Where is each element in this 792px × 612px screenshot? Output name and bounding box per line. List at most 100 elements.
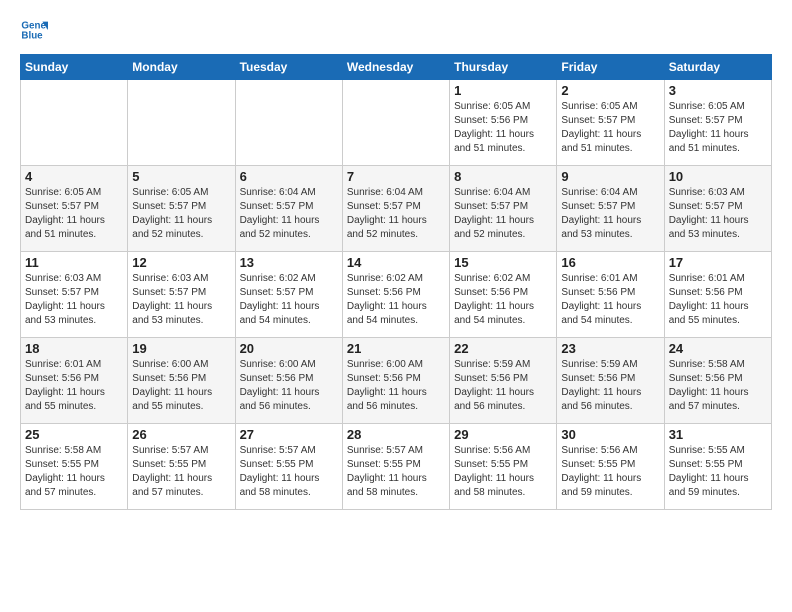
- day-number: 27: [240, 427, 338, 442]
- week-row-2: 4 Sunrise: 6:05 AMSunset: 5:57 PMDaylight…: [21, 166, 772, 252]
- day-number: 19: [132, 341, 230, 356]
- day-info: Sunrise: 5:58 AMSunset: 5:56 PMDaylight:…: [669, 358, 767, 414]
- day-cell: 3 Sunrise: 6:05 AMSunset: 5:57 PMDaylight…: [664, 80, 771, 166]
- day-info: Sunrise: 6:03 AMSunset: 5:57 PMDaylight:…: [132, 272, 230, 328]
- day-cell: 6 Sunrise: 6:04 AMSunset: 5:57 PMDaylight…: [235, 166, 342, 252]
- logo: General Blue: [20, 16, 52, 44]
- day-cell: 29Sunrise: 5:56 AMSunset: 5:55 PMDayligh…: [450, 424, 557, 510]
- header-cell-friday: Friday: [557, 55, 664, 80]
- day-info: Sunrise: 6:05 AMSunset: 5:57 PMDaylight:…: [132, 186, 230, 242]
- day-cell: 8Sunrise: 6:04 AMSunset: 5:57 PMDaylight…: [450, 166, 557, 252]
- calendar-table: SundayMondayTuesdayWednesdayThursdayFrid…: [20, 54, 772, 510]
- day-number: 13: [240, 255, 338, 270]
- day-number: 31: [669, 427, 767, 442]
- day-number: 21: [347, 341, 445, 356]
- day-info: Sunrise: 6:05 AMSunset: 5:57 PMDaylight:…: [25, 186, 123, 242]
- day-info: Sunrise: 6:04 AMSunset: 5:57 PMDaylight:…: [454, 186, 552, 242]
- day-cell: 1 Sunrise: 6:05 AMSunset: 5:56 PMDaylight…: [450, 80, 557, 166]
- day-info: Sunrise: 5:58 AMSunset: 5:55 PMDaylight:…: [25, 444, 123, 500]
- day-number: 29: [454, 427, 552, 442]
- day-cell: 11 Sunrise: 6:03 AMSunset: 5:57 PMDayligh…: [21, 252, 128, 338]
- day-info: Sunrise: 6:03 AMSunset: 5:57 PMDaylight:…: [669, 186, 767, 242]
- day-info: Sunrise: 6:05 AMSunset: 5:57 PMDaylight:…: [669, 100, 767, 156]
- day-number: 16: [561, 255, 659, 270]
- week-row-4: 18 Sunrise: 6:01 AMSunset: 5:56 PMDayligh…: [21, 338, 772, 424]
- day-number: 22: [454, 341, 552, 356]
- day-number: 5: [132, 169, 230, 184]
- day-number: 28: [347, 427, 445, 442]
- day-number: 17: [669, 255, 767, 270]
- day-number: 7: [347, 169, 445, 184]
- week-row-3: 11 Sunrise: 6:03 AMSunset: 5:57 PMDayligh…: [21, 252, 772, 338]
- day-cell: 28 Sunrise: 5:57 AMSunset: 5:55 PMDayligh…: [342, 424, 449, 510]
- day-info: Sunrise: 6:00 AMSunset: 5:56 PMDaylight:…: [132, 358, 230, 414]
- day-info: Sunrise: 6:01 AMSunset: 5:56 PMDaylight:…: [669, 272, 767, 328]
- day-cell: 23Sunrise: 5:59 AMSunset: 5:56 PMDayligh…: [557, 338, 664, 424]
- day-cell: [342, 80, 449, 166]
- day-cell: 15Sunrise: 6:02 AMSunset: 5:56 PMDayligh…: [450, 252, 557, 338]
- day-info: Sunrise: 6:05 AMSunset: 5:56 PMDaylight:…: [454, 100, 552, 156]
- day-number: 20: [240, 341, 338, 356]
- day-cell: 31 Sunrise: 5:55 AMSunset: 5:55 PMDayligh…: [664, 424, 771, 510]
- day-info: Sunrise: 6:03 AMSunset: 5:57 PMDaylight:…: [25, 272, 123, 328]
- day-cell: [235, 80, 342, 166]
- day-cell: 20 Sunrise: 6:00 AMSunset: 5:56 PMDayligh…: [235, 338, 342, 424]
- day-cell: 2Sunrise: 6:05 AMSunset: 5:57 PMDaylight…: [557, 80, 664, 166]
- day-cell: 13 Sunrise: 6:02 AMSunset: 5:57 PMDayligh…: [235, 252, 342, 338]
- day-cell: 17 Sunrise: 6:01 AMSunset: 5:56 PMDayligh…: [664, 252, 771, 338]
- week-row-5: 25Sunrise: 5:58 AMSunset: 5:55 PMDayligh…: [21, 424, 772, 510]
- page: General Blue SundayMondayTuesdayWednesda…: [0, 0, 792, 520]
- day-info: Sunrise: 5:57 AMSunset: 5:55 PMDaylight:…: [132, 444, 230, 500]
- day-number: 4: [25, 169, 123, 184]
- day-number: 18: [25, 341, 123, 356]
- day-number: 6: [240, 169, 338, 184]
- day-number: 26: [132, 427, 230, 442]
- day-cell: 30 Sunrise: 5:56 AMSunset: 5:55 PMDayligh…: [557, 424, 664, 510]
- header: General Blue: [20, 16, 772, 44]
- day-info: Sunrise: 6:00 AMSunset: 5:56 PMDaylight:…: [240, 358, 338, 414]
- day-info: Sunrise: 5:55 AMSunset: 5:55 PMDaylight:…: [669, 444, 767, 500]
- day-info: Sunrise: 6:02 AMSunset: 5:56 PMDaylight:…: [454, 272, 552, 328]
- day-cell: 4 Sunrise: 6:05 AMSunset: 5:57 PMDaylight…: [21, 166, 128, 252]
- day-info: Sunrise: 6:04 AMSunset: 5:57 PMDaylight:…: [240, 186, 338, 242]
- day-info: Sunrise: 6:04 AMSunset: 5:57 PMDaylight:…: [347, 186, 445, 242]
- day-cell: 18 Sunrise: 6:01 AMSunset: 5:56 PMDayligh…: [21, 338, 128, 424]
- day-number: 11: [25, 255, 123, 270]
- svg-text:Blue: Blue: [21, 30, 43, 41]
- day-info: Sunrise: 5:59 AMSunset: 5:56 PMDaylight:…: [454, 358, 552, 414]
- day-cell: 19 Sunrise: 6:00 AMSunset: 5:56 PMDayligh…: [128, 338, 235, 424]
- day-cell: 21Sunrise: 6:00 AMSunset: 5:56 PMDayligh…: [342, 338, 449, 424]
- header-cell-wednesday: Wednesday: [342, 55, 449, 80]
- day-cell: 5 Sunrise: 6:05 AMSunset: 5:57 PMDaylight…: [128, 166, 235, 252]
- day-number: 1: [454, 83, 552, 98]
- day-cell: 14 Sunrise: 6:02 AMSunset: 5:56 PMDayligh…: [342, 252, 449, 338]
- header-cell-tuesday: Tuesday: [235, 55, 342, 80]
- header-cell-saturday: Saturday: [664, 55, 771, 80]
- day-cell: 10Sunrise: 6:03 AMSunset: 5:57 PMDayligh…: [664, 166, 771, 252]
- day-info: Sunrise: 5:57 AMSunset: 5:55 PMDaylight:…: [347, 444, 445, 500]
- day-cell: [21, 80, 128, 166]
- day-cell: 25Sunrise: 5:58 AMSunset: 5:55 PMDayligh…: [21, 424, 128, 510]
- day-info: Sunrise: 6:02 AMSunset: 5:57 PMDaylight:…: [240, 272, 338, 328]
- day-cell: 12Sunrise: 6:03 AMSunset: 5:57 PMDayligh…: [128, 252, 235, 338]
- day-cell: 24 Sunrise: 5:58 AMSunset: 5:56 PMDayligh…: [664, 338, 771, 424]
- day-info: Sunrise: 5:57 AMSunset: 5:55 PMDaylight:…: [240, 444, 338, 500]
- day-number: 14: [347, 255, 445, 270]
- day-info: Sunrise: 6:04 AMSunset: 5:57 PMDaylight:…: [561, 186, 659, 242]
- day-info: Sunrise: 6:01 AMSunset: 5:56 PMDaylight:…: [25, 358, 123, 414]
- header-cell-sunday: Sunday: [21, 55, 128, 80]
- day-number: 23: [561, 341, 659, 356]
- week-row-1: 1 Sunrise: 6:05 AMSunset: 5:56 PMDaylight…: [21, 80, 772, 166]
- day-number: 24: [669, 341, 767, 356]
- day-info: Sunrise: 5:56 AMSunset: 5:55 PMDaylight:…: [561, 444, 659, 500]
- header-row: SundayMondayTuesdayWednesdayThursdayFrid…: [21, 55, 772, 80]
- day-cell: 22 Sunrise: 5:59 AMSunset: 5:56 PMDayligh…: [450, 338, 557, 424]
- day-number: 3: [669, 83, 767, 98]
- day-number: 9: [561, 169, 659, 184]
- day-cell: 16 Sunrise: 6:01 AMSunset: 5:56 PMDayligh…: [557, 252, 664, 338]
- day-number: 2: [561, 83, 659, 98]
- day-number: 30: [561, 427, 659, 442]
- day-info: Sunrise: 6:01 AMSunset: 5:56 PMDaylight:…: [561, 272, 659, 328]
- day-info: Sunrise: 6:02 AMSunset: 5:56 PMDaylight:…: [347, 272, 445, 328]
- header-cell-thursday: Thursday: [450, 55, 557, 80]
